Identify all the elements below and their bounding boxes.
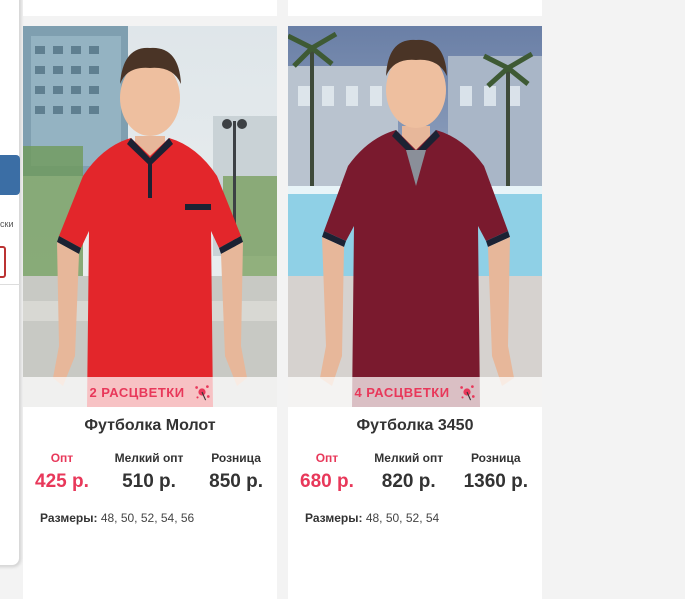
filter-sidebar bbox=[0, 0, 20, 566]
price-retail-value: 850 р. bbox=[209, 471, 263, 492]
sizes-values: 48, 50, 52, 54 bbox=[365, 511, 440, 525]
price-small-opt: Мелкий опт 820 р. bbox=[374, 451, 443, 493]
colors-badge[interactable]: 4 РАСЦВЕТКИ bbox=[288, 377, 542, 407]
price-table: Опт 425 р. Мелкий опт 510 р. Розница 850… bbox=[23, 451, 277, 493]
colors-badge[interactable]: 2 РАСЦВЕТКИ bbox=[23, 377, 277, 407]
sizes-label: Размеры: bbox=[305, 511, 363, 525]
sizes-values: 48, 50, 52, 54, 56 bbox=[100, 511, 195, 525]
price-small-opt: Мелкий опт 510 р. bbox=[115, 451, 184, 493]
price-retail-label: Розница bbox=[470, 451, 521, 465]
price-small-opt-label: Мелкий опт bbox=[114, 451, 184, 465]
product-photo[interactable]: 2 РАСЦВЕТКИ bbox=[23, 26, 277, 407]
product-title[interactable]: Футболка 3450 bbox=[288, 417, 542, 435]
product-photo[interactable]: 4 РАСЦВЕТКИ bbox=[288, 26, 542, 407]
colors-count-label: 4 РАСЦВЕТКИ bbox=[354, 384, 450, 400]
sidebar-checkbox[interactable] bbox=[0, 246, 6, 278]
price-opt-label: Опт bbox=[50, 451, 74, 465]
price-opt-value: 680 р. bbox=[300, 471, 354, 492]
price-table: Опт 680 р. Мелкий опт 820 р. Розница 136… bbox=[288, 451, 542, 493]
sizes-line: Размеры: 48, 50, 52, 54 bbox=[288, 511, 542, 525]
product-card[interactable]: 2 РАСЦВЕТКИ Футболка Молот Опт 425 р. Ме… bbox=[23, 26, 277, 599]
previous-card-bottom bbox=[23, 0, 277, 16]
paint-splash-icon bbox=[459, 385, 475, 401]
sidebar-label: ски bbox=[0, 219, 14, 229]
previous-card-bottom bbox=[288, 0, 542, 16]
sidebar-apply-button[interactable] bbox=[0, 155, 20, 195]
price-small-opt-label: Мелкий опт bbox=[374, 451, 444, 465]
sidebar-divider bbox=[0, 284, 20, 285]
colors-count-label: 2 РАСЦВЕТКИ bbox=[89, 384, 185, 400]
price-opt: Опт 425 р. bbox=[35, 451, 89, 493]
price-opt-label: Опт bbox=[315, 451, 339, 465]
price-retail-label: Розница bbox=[211, 451, 261, 465]
price-opt-value: 425 р. bbox=[35, 471, 89, 492]
product-title[interactable]: Футболка Молот bbox=[23, 417, 277, 435]
paint-splash-icon bbox=[194, 385, 210, 401]
price-retail-value: 1360 р. bbox=[463, 471, 528, 492]
price-retail: Розница 1360 р. bbox=[464, 451, 528, 493]
price-opt: Опт 680 р. bbox=[300, 451, 354, 493]
price-small-opt-value: 510 р. bbox=[122, 471, 176, 492]
sizes-line: Размеры: 48, 50, 52, 54, 56 bbox=[23, 511, 277, 525]
price-small-opt-value: 820 р. bbox=[381, 471, 436, 492]
price-retail: Розница 850 р. bbox=[209, 451, 263, 493]
product-card[interactable]: 4 РАСЦВЕТКИ Футболка 3450 Опт 680 р. Мел… bbox=[288, 26, 542, 599]
sizes-label: Размеры: bbox=[40, 511, 98, 525]
